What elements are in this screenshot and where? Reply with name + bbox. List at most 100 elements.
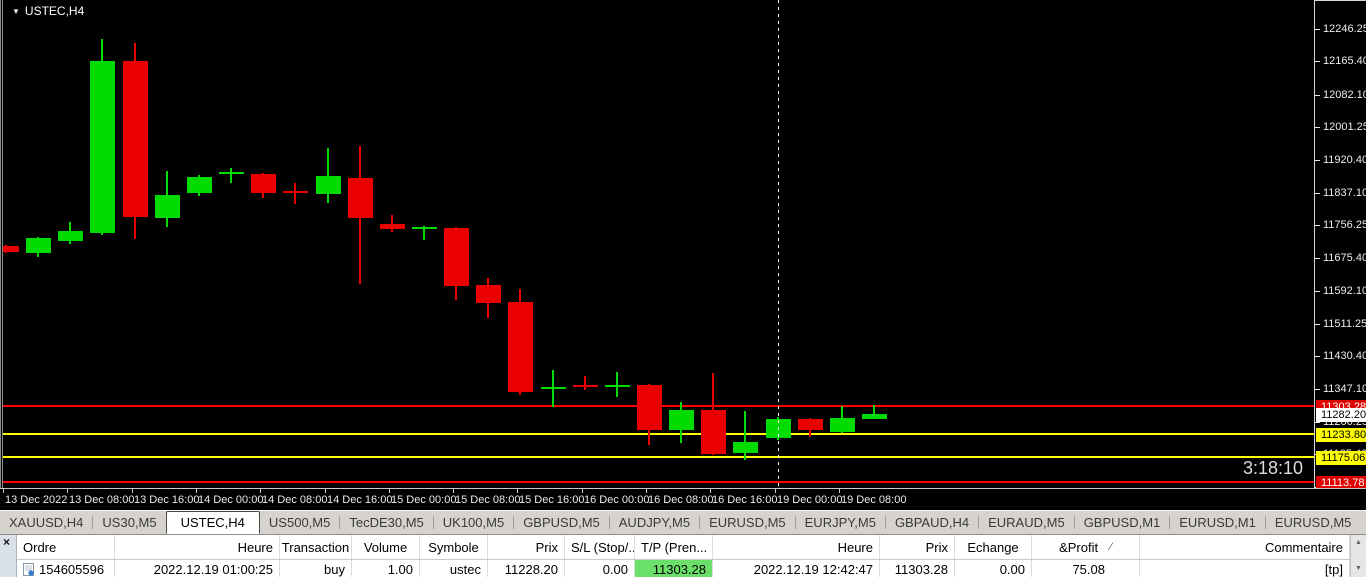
tab-EURAUD,M5[interactable]: EURAUD,M5: [979, 512, 1074, 533]
price-line-11175.06: [3, 456, 1314, 458]
orders-table: OrdreHeureTransactionVolumeSymbolePrixS/…: [17, 535, 1350, 577]
mt4-window: ▼ USTEC,H4 3:18:10 12246.2512165.4012082.…: [0, 0, 1366, 577]
price-tick-mark: [1315, 193, 1320, 194]
header-type[interactable]: Transaction: [280, 535, 352, 559]
header-open_time[interactable]: Heure: [115, 535, 280, 559]
time-tick-label: 19 Dec 08:00: [841, 494, 906, 506]
time-tick-mark: [646, 489, 647, 493]
cell-value: buy: [324, 562, 345, 577]
time-tick-mark: [67, 489, 68, 493]
order-row[interactable]: 1546055962022.12.19 01:00:25buy1.00ustec…: [17, 560, 1350, 577]
price-tick-mark: [1315, 258, 1320, 259]
price-tick-mark: [1315, 291, 1320, 292]
cell-close_time: 2022.12.19 12:42:47: [713, 560, 880, 577]
period-separator-line: [778, 0, 779, 488]
header-swap[interactable]: Echange: [955, 535, 1032, 559]
cell-value: 0.00: [1000, 562, 1025, 577]
candle: [58, 231, 83, 241]
cell-volume: 1.00: [352, 560, 420, 577]
candle-countdown-timer: 3:18:10: [1243, 459, 1303, 478]
candle: [380, 224, 405, 229]
candle: [155, 195, 180, 218]
chart-tab-bar: XAUUSD,H4US30,M5USTEC,H4US500,M5TecDE30,…: [0, 510, 1366, 534]
header-label: Symbole: [428, 540, 479, 555]
price-tick-mark: [1315, 356, 1320, 357]
header-close_time[interactable]: Heure: [713, 535, 880, 559]
cell-open_time: 2022.12.19 01:00:25: [115, 560, 280, 577]
tab-GBPUSD,M5[interactable]: GBPUSD,M5: [514, 512, 609, 533]
chart-symbol-label[interactable]: ▼ USTEC,H4: [12, 4, 84, 18]
candle: [251, 174, 276, 193]
candle: [316, 176, 341, 194]
tab-US500,M5[interactable]: US500,M5: [260, 512, 339, 533]
candle: [219, 172, 244, 174]
time-tick-mark: [839, 489, 840, 493]
cell-value: [tp]: [1325, 562, 1343, 577]
scroll-down-icon[interactable]: ▼: [1351, 564, 1366, 574]
price-tick-label: 11756.25: [1323, 219, 1366, 231]
time-tick-label: 14 Dec 08:00: [262, 494, 327, 506]
sort-indicator-icon: ⁄: [1110, 541, 1112, 553]
scroll-up-icon[interactable]: ▲: [1351, 538, 1366, 548]
tab-GBPUSD,M1[interactable]: GBPUSD,M1: [1075, 512, 1170, 533]
header-volume[interactable]: Volume: [352, 535, 420, 559]
close-icon[interactable]: ×: [3, 535, 10, 549]
time-tick-label: 13 Dec 2022: [5, 494, 67, 506]
tab-EURUSD,M1[interactable]: EURUSD,M1: [1170, 512, 1265, 533]
tab-GBPAUD,H4[interactable]: GBPAUD,H4: [886, 512, 978, 533]
price-tick-mark: [1315, 29, 1320, 30]
header-profit[interactable]: &Profit⁄: [1032, 535, 1140, 559]
time-tick-mark: [325, 489, 326, 493]
candle: [798, 419, 823, 430]
time-tick-label: 15 Dec 16:00: [519, 494, 584, 506]
chevron-down-icon: ▼: [12, 7, 20, 16]
tab-USTEC,H4[interactable]: USTEC,H4: [166, 511, 260, 534]
price-tick-label: 11347.10: [1323, 383, 1366, 395]
time-tick-mark: [582, 489, 583, 493]
candle: [123, 61, 148, 217]
tab-EURUSD,M5[interactable]: EURUSD,M5: [700, 512, 795, 533]
table-scrollbar[interactable]: ▲ ▼: [1350, 535, 1366, 577]
time-tick-label: 19 Dec 00:00: [777, 494, 842, 506]
header-id[interactable]: Ordre: [17, 535, 115, 559]
candle: [701, 410, 726, 454]
tab-EURUSD,M5[interactable]: EURUSD,M5: [1266, 512, 1361, 533]
header-close_price[interactable]: Prix: [880, 535, 955, 559]
time-tick-label: 15 Dec 08:00: [455, 494, 520, 506]
price-tick-mark: [1315, 389, 1320, 390]
time-tick-mark: [196, 489, 197, 493]
price-label-yellow: 11233.80: [1316, 428, 1366, 442]
price-tick-label: 12165.40: [1323, 55, 1366, 67]
symbol-timeframe-text: USTEC,H4: [25, 4, 84, 18]
time-tick-label: 14 Dec 16:00: [327, 494, 392, 506]
tab-TecDE30,M5[interactable]: TecDE30,M5: [340, 512, 432, 533]
tab-XAUUSD,H4[interactable]: XAUUSD,H4: [0, 512, 92, 533]
candle: [348, 178, 373, 218]
header-symbol[interactable]: Symbole: [420, 535, 488, 559]
price-label-yellow: 11175.06: [1316, 451, 1366, 465]
time-axis[interactable]: 13 Dec 202213 Dec 08:0013 Dec 16:00 14 De…: [0, 488, 1366, 510]
tab-UK100,M5[interactable]: UK100,M5: [434, 512, 513, 533]
cell-sl: 0.00: [565, 560, 635, 577]
tab-AUDJPY,M5[interactable]: AUDJPY,M5: [610, 512, 699, 533]
cell-value: 154605596: [39, 562, 104, 577]
header-sl[interactable]: S/L (Stop/...: [565, 535, 635, 559]
tab-US30,M5[interactable]: US30,M5: [93, 512, 165, 533]
terminal-panel: × Terminal OrdreHeureTransactionVolumeSy…: [0, 534, 1366, 577]
time-tick-label: 13 Dec 16:00: [134, 494, 199, 506]
header-tp[interactable]: T/P (Pren...: [635, 535, 713, 559]
tab-scroll-arrows: ◂▸: [1360, 516, 1366, 529]
cell-profit: 75.08: [1032, 560, 1140, 577]
price-tick-label: 11511.25: [1323, 318, 1366, 330]
header-open_price[interactable]: Prix: [488, 535, 565, 559]
chart-plot-area[interactable]: ▼ USTEC,H4 3:18:10: [0, 0, 1314, 488]
header-comment[interactable]: Commentaire: [1140, 535, 1350, 559]
time-tick-mark: [517, 489, 518, 493]
time-tick-mark: [132, 489, 133, 493]
price-label-red: 11113.78: [1316, 476, 1366, 488]
time-tick-mark: [3, 489, 4, 493]
candle: [412, 227, 437, 229]
tab-EURJPY,M5[interactable]: EURJPY,M5: [796, 512, 885, 533]
price-axis[interactable]: 12246.2512165.4012082.1012001.2511920.40…: [1314, 0, 1366, 488]
time-tick-label: 13 Dec 08:00: [69, 494, 134, 506]
